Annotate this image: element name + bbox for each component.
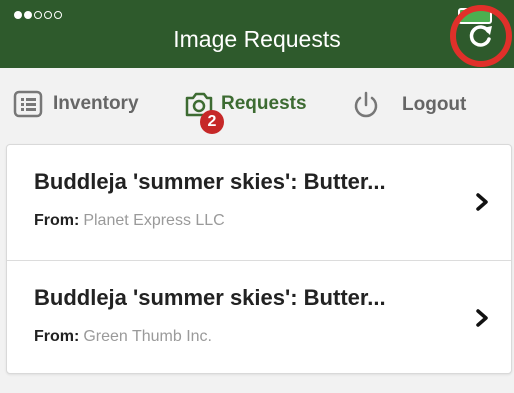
from-label: From: <box>34 212 80 229</box>
chevron-right-icon <box>476 309 488 327</box>
app-header: Image Requests <box>0 0 514 68</box>
tab-inventory-label: Inventory <box>53 93 139 114</box>
page-title: Image Requests <box>173 26 341 52</box>
tab-inventory[interactable]: Inventory <box>13 90 139 118</box>
tab-logout-label: Logout <box>402 94 467 115</box>
from-value: Green Thumb Inc. <box>83 328 212 345</box>
list-icon <box>13 90 43 118</box>
request-from: From: Planet Express LLC <box>34 212 225 230</box>
from-label: From: <box>34 328 80 345</box>
request-list: Buddleja 'summer skies': Butter... From:… <box>6 144 512 374</box>
refresh-icon <box>469 25 492 47</box>
refresh-button[interactable] <box>462 17 500 55</box>
tab-requests-label: Requests <box>221 93 307 114</box>
chevron-right-icon <box>476 193 488 211</box>
from-value: Planet Express LLC <box>83 212 225 229</box>
request-title: Buddleja 'summer skies': Butter... <box>34 285 386 310</box>
request-from: From: Green Thumb Inc. <box>34 328 212 346</box>
list-item[interactable]: Buddleja 'summer skies': Butter... From:… <box>7 145 511 259</box>
request-title: Buddleja 'summer skies': Butter... <box>34 169 386 194</box>
requests-count-badge: 2 <box>200 110 224 134</box>
tab-bar: Inventory Requests Logout <box>0 68 514 144</box>
power-icon <box>354 91 378 118</box>
tab-logout[interactable]: Logout <box>352 90 466 120</box>
signal-strength-indicator <box>14 11 62 19</box>
list-item[interactable]: Buddleja 'summer skies': Butter... From:… <box>7 260 511 375</box>
